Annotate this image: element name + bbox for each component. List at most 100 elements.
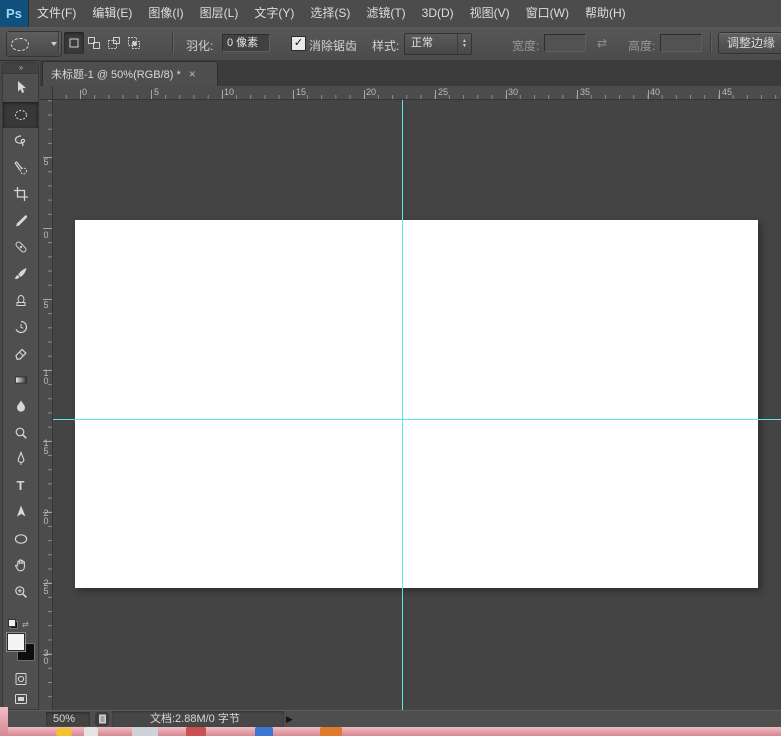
tool-eyedropper[interactable] <box>3 208 38 235</box>
vertical-ruler[interactable]: 5 0 5 10 15 20 25 30 <box>40 100 53 710</box>
ellipse-shape-tool-icon <box>13 531 29 547</box>
horizontal-guide[interactable] <box>53 419 781 420</box>
taskbar-icon[interactable] <box>56 727 72 736</box>
taskbar-icon[interactable] <box>320 727 342 736</box>
ruler-label: 40 <box>650 87 660 97</box>
menu-3d[interactable]: 3D(D) <box>414 0 462 27</box>
blur-tool-icon <box>13 398 29 414</box>
subtract-selection-button[interactable] <box>104 32 124 54</box>
tools-panel: » T ⇄ <box>2 62 39 710</box>
quick-mask-icon <box>13 671 29 687</box>
taskbar-icon[interactable] <box>84 727 98 736</box>
gradient-tool-icon <box>13 372 29 388</box>
add-selection-button[interactable] <box>84 32 104 54</box>
ruler-label: 20 <box>40 508 51 524</box>
menu-filter[interactable]: 滤镜(T) <box>358 0 413 27</box>
tool-zoom[interactable] <box>3 579 38 606</box>
spinner-down-icon: ▼ <box>462 44 467 49</box>
swap-colors-icon[interactable]: ⇄ <box>22 620 29 629</box>
ruler-label: 10 <box>224 87 234 97</box>
tool-crop[interactable] <box>3 181 38 208</box>
tool-path-selection[interactable] <box>3 499 38 526</box>
menu-file[interactable]: 文件(F) <box>29 0 84 27</box>
intersect-selection-button[interactable] <box>124 32 144 54</box>
tool-healing-brush[interactable] <box>3 234 38 261</box>
taskbar-icon[interactable] <box>186 727 206 736</box>
taskbar-icon[interactable] <box>255 727 273 736</box>
menu-bar: Ps 文件(F) 编辑(E) 图像(I) 图层(L) 文字(Y) 选择(S) 滤… <box>0 0 781 28</box>
vertical-guide[interactable] <box>402 100 403 710</box>
document-canvas[interactable] <box>75 220 758 588</box>
antialias-label[interactable]: 消除锯齿 <box>309 37 357 54</box>
taskbar-edge <box>0 707 8 736</box>
menu-window[interactable]: 窗口(W) <box>518 0 577 27</box>
spinner-arrows-icon[interactable]: ▲▼ <box>457 34 471 54</box>
tool-preset-picker[interactable] <box>6 31 62 57</box>
tool-type[interactable]: T <box>3 473 38 500</box>
tool-brush[interactable] <box>3 261 38 288</box>
antialias-checkbox[interactable]: ✓ <box>291 36 306 51</box>
document-tab[interactable]: 未标题-1 @ 50%(RGB/8) * × <box>42 61 218 86</box>
tool-quick-selection[interactable] <box>3 155 38 182</box>
tool-history-brush[interactable] <box>3 314 38 341</box>
brush-tool-icon <box>13 266 29 282</box>
horizontal-ruler[interactable]: 0 5 10 15 20 25 30 35 40 45 <box>53 86 781 100</box>
quick-mask-button[interactable] <box>3 671 38 687</box>
tool-eraser[interactable] <box>3 340 38 367</box>
canvas-area <box>53 100 781 710</box>
clone-stamp-tool-icon <box>13 292 29 308</box>
color-swatches <box>7 633 35 661</box>
ruler-label: 25 <box>40 578 51 594</box>
type-tool-icon: T <box>17 478 25 493</box>
style-dropdown[interactable]: 正常 ▲▼ <box>404 33 472 55</box>
chevron-down-icon <box>51 42 57 46</box>
tool-lasso[interactable] <box>3 128 38 155</box>
separator <box>58 32 59 54</box>
ruler-label: 10 <box>40 368 51 384</box>
ruler-label: 20 <box>366 87 376 97</box>
tool-ellipse-marquee[interactable] <box>3 102 38 129</box>
app-logo: Ps <box>0 0 29 27</box>
collapse-panel-button[interactable]: » <box>3 63 38 74</box>
tool-hand[interactable] <box>3 552 38 579</box>
refine-edge-button[interactable]: 调整边缘 <box>718 32 781 54</box>
foreground-color-swatch[interactable] <box>7 633 25 651</box>
menu-type[interactable]: 文字(Y) <box>246 0 302 27</box>
default-colors-icon[interactable] <box>8 619 18 629</box>
menu-select[interactable]: 选择(S) <box>302 0 358 27</box>
menu-image[interactable]: 图像(I) <box>140 0 191 27</box>
ruler-corner[interactable] <box>40 86 53 100</box>
tool-list: T <box>3 75 38 605</box>
screen-mode-button[interactable] <box>3 691 38 707</box>
menu-view[interactable]: 视图(V) <box>462 0 518 27</box>
zoom-level-field[interactable]: 50% <box>46 712 90 726</box>
tool-blur[interactable] <box>3 393 38 420</box>
tool-move[interactable] <box>3 75 38 102</box>
tool-ellipse-shape[interactable] <box>3 526 38 553</box>
tool-clone-stamp[interactable] <box>3 287 38 314</box>
menu-layer[interactable]: 图层(L) <box>192 0 247 27</box>
ruler-label: 30 <box>40 648 51 664</box>
hand-tool-icon <box>13 557 29 573</box>
menu-help[interactable]: 帮助(H) <box>577 0 634 27</box>
taskbar-strip <box>0 727 781 736</box>
ellipse-marquee-icon <box>11 38 29 51</box>
feather-input[interactable]: 0 像素 <box>222 34 270 52</box>
document-tab-bar: 未标题-1 @ 50%(RGB/8) * × <box>40 60 781 87</box>
ellipse-marquee-tool-icon <box>13 107 29 123</box>
taskbar-icon[interactable] <box>132 727 158 736</box>
close-icon[interactable]: × <box>189 68 196 80</box>
tool-pen[interactable] <box>3 446 38 473</box>
ruler-label: 5 <box>40 300 51 308</box>
new-selection-icon <box>67 36 81 50</box>
path-selection-tool-icon <box>13 504 29 520</box>
add-selection-icon <box>87 36 101 50</box>
ruler-label: 0 <box>82 87 87 97</box>
menu-edit[interactable]: 编辑(E) <box>84 0 140 27</box>
new-selection-button[interactable] <box>64 32 84 54</box>
tool-dodge[interactable] <box>3 420 38 447</box>
status-menu-arrow[interactable]: ▶ <box>286 712 293 727</box>
status-icon[interactable] <box>95 712 109 726</box>
tool-gradient[interactable] <box>3 367 38 394</box>
document-size-info: 文档:2.88M/0 字节 <box>150 712 240 727</box>
